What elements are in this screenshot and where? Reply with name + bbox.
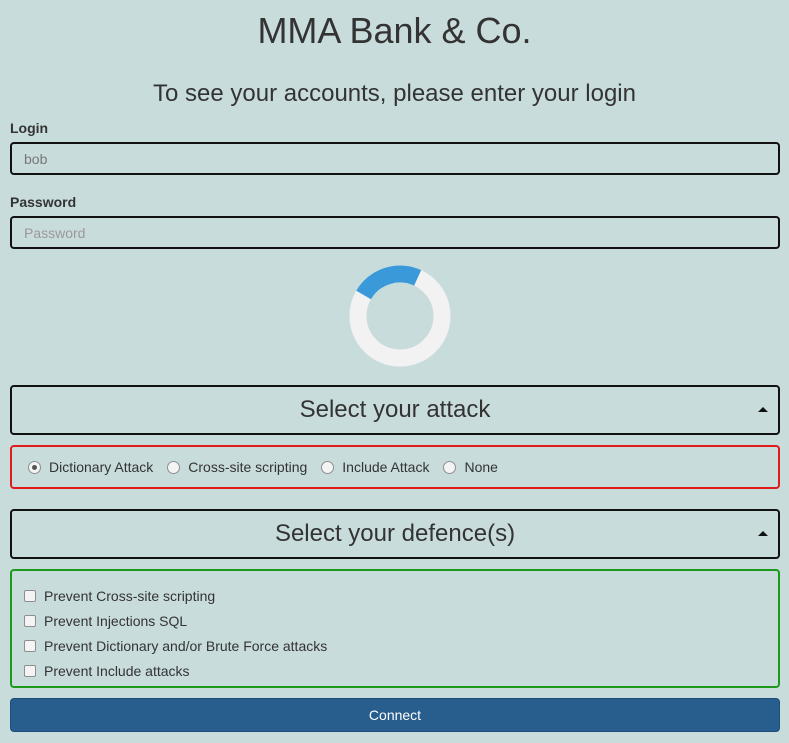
checkbox[interactable] — [24, 664, 36, 677]
defence-dropdown-label: Select your defence(s) — [274, 520, 516, 547]
checkbox[interactable] — [24, 614, 36, 627]
attack-options: Dictionary Attack Cross-site scripting I… — [10, 445, 780, 489]
defence-option-label: Prevent Dictionary and/or Brute Force at… — [44, 637, 328, 654]
radio-button[interactable] — [167, 460, 181, 474]
radio-button[interactable] — [28, 460, 41, 474]
defence-option-label: Prevent Include attacks — [44, 662, 190, 679]
attack-option-label: Dictionary Attack — [49, 459, 154, 475]
attack-option-xss[interactable]: Cross-site scripting — [167, 459, 307, 475]
password-label: Password — [10, 194, 77, 210]
defence-option-sql[interactable]: Prevent Injections SQL — [24, 608, 778, 633]
defence-option-brute-force[interactable]: Prevent Dictionary and/or Brute Force at… — [24, 633, 778, 658]
defence-option-label: Prevent Injections SQL — [44, 612, 188, 629]
attack-dropdown-label: Select your attack — [299, 396, 491, 423]
checkbox[interactable] — [24, 589, 36, 602]
attack-option-include[interactable]: Include Attack — [321, 459, 429, 475]
attack-option-label: Include Attack — [342, 459, 430, 475]
defence-option-include[interactable]: Prevent Include attacks — [24, 658, 778, 683]
attack-option-dictionary[interactable]: Dictionary Attack — [28, 459, 153, 475]
radio-button[interactable] — [321, 460, 335, 474]
attack-option-none[interactable]: None — [443, 459, 498, 475]
defence-option-xss[interactable]: Prevent Cross-site scripting — [24, 583, 778, 608]
defence-options: Prevent Cross-site scripting Prevent Inj… — [10, 569, 780, 688]
attack-option-label: Cross-site scripting — [188, 459, 308, 475]
page-subtitle: To see your accounts, please enter your … — [153, 80, 636, 107]
page-title: MMA Bank & Co. — [257, 10, 532, 51]
attack-dropdown[interactable]: Select your attack — [10, 385, 780, 435]
defence-option-label: Prevent Cross-site scripting — [44, 587, 216, 604]
checkbox[interactable] — [24, 639, 36, 652]
login-label: Login — [10, 120, 49, 136]
login-input[interactable] — [10, 142, 780, 175]
loading-spinner-icon — [349, 265, 451, 367]
caret-up-icon — [758, 407, 768, 412]
connect-button[interactable]: Connect — [10, 698, 780, 732]
defence-dropdown[interactable]: Select your defence(s) — [10, 509, 780, 559]
password-input[interactable] — [10, 216, 780, 249]
caret-up-icon — [758, 531, 768, 536]
attack-option-label: None — [464, 459, 498, 475]
radio-button[interactable] — [443, 460, 457, 474]
